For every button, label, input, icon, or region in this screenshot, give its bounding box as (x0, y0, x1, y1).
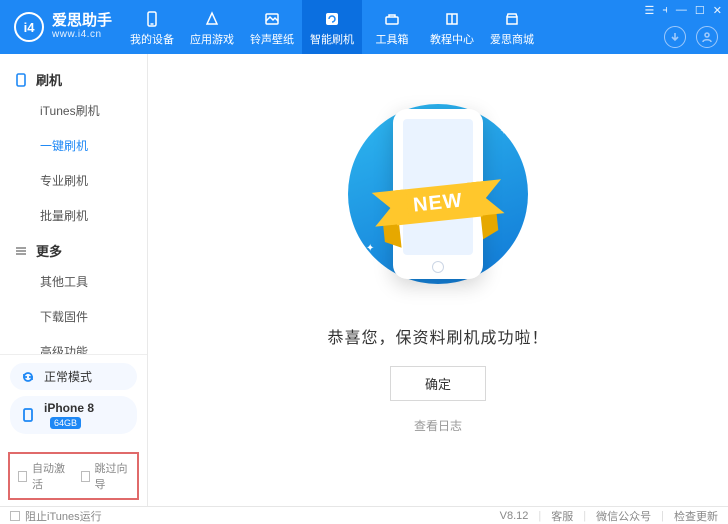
book-icon (442, 10, 462, 28)
checkbox-label: 阻止iTunes运行 (25, 508, 102, 524)
download-icon[interactable] (664, 26, 686, 48)
sidebar-group-flash: 刷机 (0, 62, 147, 93)
checkbox-skip-guide[interactable]: 跳过向导 (81, 460, 130, 492)
nav-label: 智能刷机 (310, 31, 354, 47)
toolbox-icon (382, 10, 402, 28)
brand-logo-icon: i4 (14, 12, 44, 42)
nav-label: 我的设备 (130, 31, 174, 47)
view-log-link[interactable]: 查看日志 (414, 417, 462, 434)
minimize-icon[interactable]: — (676, 4, 687, 17)
status-link-update[interactable]: 检查更新 (674, 508, 718, 524)
device-name: iPhone 8 (44, 401, 94, 415)
checkbox-icon (18, 471, 27, 482)
sidebar-item-advanced[interactable]: 高级功能 (0, 334, 147, 354)
nav-label: 爱思商城 (490, 31, 534, 47)
nav-label: 工具箱 (376, 31, 409, 47)
refresh-icon (322, 10, 342, 28)
mode-pill[interactable]: 正常模式 (10, 363, 137, 390)
main-panel: ✦ ✦ ✦ ✦ NEW 恭喜您，保资料刷机成功啦！ 确定 查看日志 (148, 54, 728, 506)
nav-label: 教程中心 (430, 31, 474, 47)
menu-lines-icon (14, 244, 28, 258)
nav-label: 铃声壁纸 (250, 31, 294, 47)
brand-subtitle: www.i4.cn (52, 29, 112, 41)
sidebar-item-othertools[interactable]: 其他工具 (0, 264, 147, 299)
checkbox-auto-activate[interactable]: 自动激活 (18, 460, 67, 492)
nav-tutorial[interactable]: 教程中心 (422, 0, 482, 54)
sidebar-item-itunes[interactable]: iTunes刷机 (0, 93, 147, 128)
nav-ring-wall[interactable]: 铃声壁纸 (242, 0, 302, 54)
nav-shop[interactable]: 爱思商城 (482, 0, 542, 54)
ok-button[interactable]: 确定 (390, 366, 486, 401)
status-link-wechat[interactable]: 微信公众号 (596, 508, 651, 524)
highlight-box: 自动激活 跳过向导 (8, 452, 139, 500)
sidebar-item-pro[interactable]: 专业刷机 (0, 163, 147, 198)
image-icon (262, 10, 282, 28)
success-illustration: ✦ ✦ ✦ ✦ NEW (308, 94, 568, 294)
close-icon[interactable]: ✕ (713, 4, 722, 17)
device-size-badge: 64GB (50, 417, 81, 429)
checkbox-icon (10, 511, 20, 521)
shop-icon (502, 10, 522, 28)
sidebar-item-oneclick[interactable]: 一键刷机 (0, 128, 147, 163)
apps-icon (202, 10, 222, 28)
checkbox-block-itunes[interactable]: 阻止iTunes运行 (10, 508, 102, 524)
nav-label: 应用游戏 (190, 31, 234, 47)
nav-my-device[interactable]: 我的设备 (122, 0, 182, 54)
window-controls: ☰ ⫞ — ☐ ✕ (645, 4, 722, 17)
phone-icon (142, 10, 162, 28)
statusbar: 阻止iTunes运行 V8.12 | 客服 | 微信公众号 | 检查更新 (0, 506, 728, 524)
sidebar-group-more: 更多 (0, 233, 147, 264)
lock-icon[interactable]: ⫞ (662, 4, 668, 17)
device-icon (20, 407, 36, 423)
device-pill[interactable]: iPhone 8 64GB (10, 396, 137, 434)
brand-title: 爱思助手 (52, 13, 112, 29)
sidebar-group-title: 更多 (36, 241, 62, 260)
user-icon[interactable] (696, 26, 718, 48)
success-message: 恭喜您，保资料刷机成功啦！ (327, 324, 548, 348)
version-label: V8.12 (500, 510, 529, 522)
sync-icon (20, 369, 36, 385)
sidebar: 刷机 iTunes刷机 一键刷机 专业刷机 批量刷机 更多 其他工具 下载固件 … (0, 54, 148, 506)
sidebar-item-download-fw[interactable]: 下载固件 (0, 299, 147, 334)
titlebar: i4 爱思助手 www.i4.cn 我的设备 应用游戏 铃声壁纸 智能刷机 工具… (0, 0, 728, 54)
nav-tools[interactable]: 工具箱 (362, 0, 422, 54)
mode-label: 正常模式 (44, 368, 92, 385)
maximize-icon[interactable]: ☐ (695, 4, 705, 17)
menu-icon[interactable]: ☰ (645, 4, 655, 17)
nav-apps-games[interactable]: 应用游戏 (182, 0, 242, 54)
checkbox-icon (81, 471, 90, 482)
brand: i4 爱思助手 www.i4.cn (0, 0, 122, 54)
phone-outline-icon (14, 73, 28, 87)
status-link-service[interactable]: 客服 (551, 508, 573, 524)
nav-smart-flash[interactable]: 智能刷机 (302, 0, 362, 54)
top-nav: 我的设备 应用游戏 铃声壁纸 智能刷机 工具箱 教程中心 爱思商城 (122, 0, 542, 54)
sidebar-group-title: 刷机 (36, 70, 62, 89)
checkbox-label: 跳过向导 (95, 460, 129, 492)
sidebar-item-batch[interactable]: 批量刷机 (0, 198, 147, 233)
checkbox-label: 自动激活 (32, 460, 66, 492)
